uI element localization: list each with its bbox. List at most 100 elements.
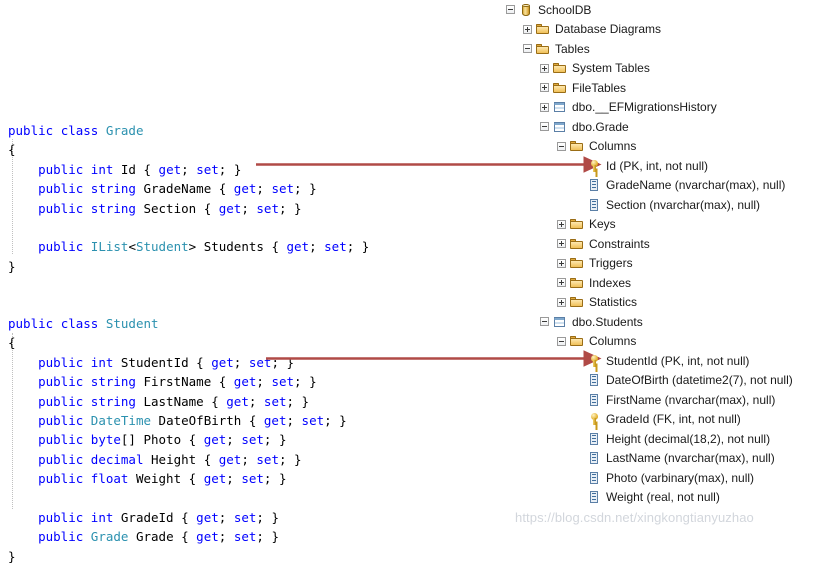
code-token: public: [38, 200, 91, 216]
code-token: public: [8, 316, 61, 331]
code-line: }: [8, 547, 347, 566]
tree-node[interactable]: Height (decimal(18,2), not null): [506, 429, 813, 449]
code-line: public Grade Grade { get; set; }: [8, 527, 347, 546]
object-explorer-tree[interactable]: SchoolDB Database Diagrams Tables System Ta…: [506, 0, 813, 539]
tree-node[interactable]: Triggers: [506, 254, 813, 274]
code-token: ;: [256, 181, 272, 197]
tree-node[interactable]: FileTables: [506, 78, 813, 98]
code-token: set: [233, 529, 257, 545]
code-token: }: [8, 548, 16, 564]
code-token: set: [241, 471, 264, 487]
tree-node[interactable]: Weight (real, not null): [506, 488, 813, 508]
tree-node[interactable]: LastName (nvarchar(max), null): [506, 449, 813, 469]
code-line: public string LastName { get; set; }: [8, 392, 347, 411]
collapse-minus-icon[interactable]: [557, 141, 566, 151]
tree-node[interactable]: StudentId (PK, int, not null): [506, 351, 813, 371]
code-token: Grade: [105, 123, 144, 138]
collapse-minus-icon[interactable]: [557, 336, 566, 346]
code-token: get: [211, 354, 234, 370]
code-token: Grade: [90, 529, 129, 545]
tree-node[interactable]: dbo.Grade: [506, 117, 813, 137]
code-token: ;: [181, 161, 197, 177]
tree-node[interactable]: Database Diagrams: [506, 20, 813, 40]
expand-plus-icon[interactable]: [557, 258, 566, 268]
code-token: DateOfBirth {: [151, 412, 264, 428]
code-token: int: [90, 509, 121, 525]
expander-placeholder: [574, 181, 583, 190]
expand-plus-icon[interactable]: [557, 219, 566, 229]
expand-plus-icon[interactable]: [540, 102, 549, 112]
tree-node[interactable]: Indexes: [506, 273, 813, 293]
code-token: set: [256, 451, 279, 467]
code-token: ; }: [346, 239, 370, 255]
expander-placeholder: [574, 161, 583, 170]
code-token: Height {: [151, 451, 219, 467]
collapse-minus-icon[interactable]: [540, 317, 549, 327]
code-token: [] Photo {: [120, 432, 204, 448]
code-token: FirstName {: [143, 374, 234, 390]
tree-node[interactable]: dbo.Students: [506, 312, 813, 332]
key-icon: [587, 354, 601, 368]
code-token: int: [90, 354, 121, 370]
collapse-minus-icon[interactable]: [540, 122, 549, 132]
tree-node[interactable]: Tables: [506, 39, 813, 59]
expand-plus-icon[interactable]: [557, 278, 566, 288]
code-token: }: [8, 258, 16, 274]
tree-node-label: dbo.Grade: [572, 119, 629, 134]
tree-node[interactable]: FirstName (nvarchar(max), null): [506, 390, 813, 410]
tree-node[interactable]: Statistics: [506, 293, 813, 313]
code-line: public int GradeId { get; set; }: [8, 508, 347, 527]
code-token: string: [90, 181, 144, 197]
tree-node[interactable]: Keys: [506, 215, 813, 235]
folder-icon: [570, 256, 584, 270]
folder-icon: [536, 22, 550, 36]
tree-node-label: Height (decimal(18,2), not null): [606, 431, 771, 446]
tree-node[interactable]: GradeName (nvarchar(max), null): [506, 176, 813, 196]
code-token: ;: [226, 432, 242, 448]
code-token: public: [38, 412, 91, 428]
tree-node[interactable]: DateOfBirth (datetime2(7), not null): [506, 371, 813, 391]
column-icon: [587, 490, 601, 504]
tree-node[interactable]: Id (PK, int, not null): [506, 156, 813, 176]
code-line: public decimal Height { get; set; }: [8, 450, 347, 469]
tree-node-label: FileTables: [572, 80, 627, 95]
code-token: Student: [135, 239, 189, 255]
code-line: public IList<Student> Students { get; se…: [8, 237, 369, 256]
expand-plus-icon[interactable]: [557, 239, 566, 249]
tree-node[interactable]: Columns: [506, 332, 813, 352]
column-icon: [587, 373, 601, 387]
expand-plus-icon[interactable]: [523, 24, 532, 34]
tree-node[interactable]: Columns: [506, 137, 813, 157]
code-token: get: [203, 471, 227, 487]
column-icon: [587, 178, 601, 192]
code-token: public: [38, 432, 91, 448]
expand-plus-icon[interactable]: [540, 63, 549, 73]
code-token: ;: [218, 509, 234, 525]
tree-node[interactable]: Photo (varbinary(max), null): [506, 468, 813, 488]
collapse-minus-icon[interactable]: [506, 5, 515, 15]
watermark-text: https://blog.csdn.net/xingkongtianyuzhao: [515, 510, 754, 525]
folder-icon: [570, 295, 584, 309]
tree-node[interactable]: dbo.__EFMigrationsHistory: [506, 98, 813, 118]
code-token: > Students {: [188, 239, 287, 255]
tree-node[interactable]: System Tables: [506, 59, 813, 79]
tree-node[interactable]: Section (nvarchar(max), null): [506, 195, 813, 215]
code-token: Student: [105, 316, 159, 331]
code-token: get: [233, 181, 257, 197]
tree-node-label: SchoolDB: [538, 2, 592, 17]
table-icon: [553, 315, 567, 329]
expander-placeholder: [574, 473, 583, 482]
expand-plus-icon[interactable]: [557, 297, 566, 307]
collapse-minus-icon[interactable]: [523, 44, 532, 54]
database-icon: [519, 3, 533, 17]
tree-node[interactable]: GradeId (FK, int, not null): [506, 410, 813, 430]
expand-plus-icon[interactable]: [540, 83, 549, 93]
tree-node[interactable]: Constraints: [506, 234, 813, 254]
code-token: set: [233, 509, 257, 525]
tree-node[interactable]: SchoolDB: [506, 0, 813, 20]
code-token: ; }: [263, 471, 287, 487]
code-token: public: [8, 123, 61, 138]
